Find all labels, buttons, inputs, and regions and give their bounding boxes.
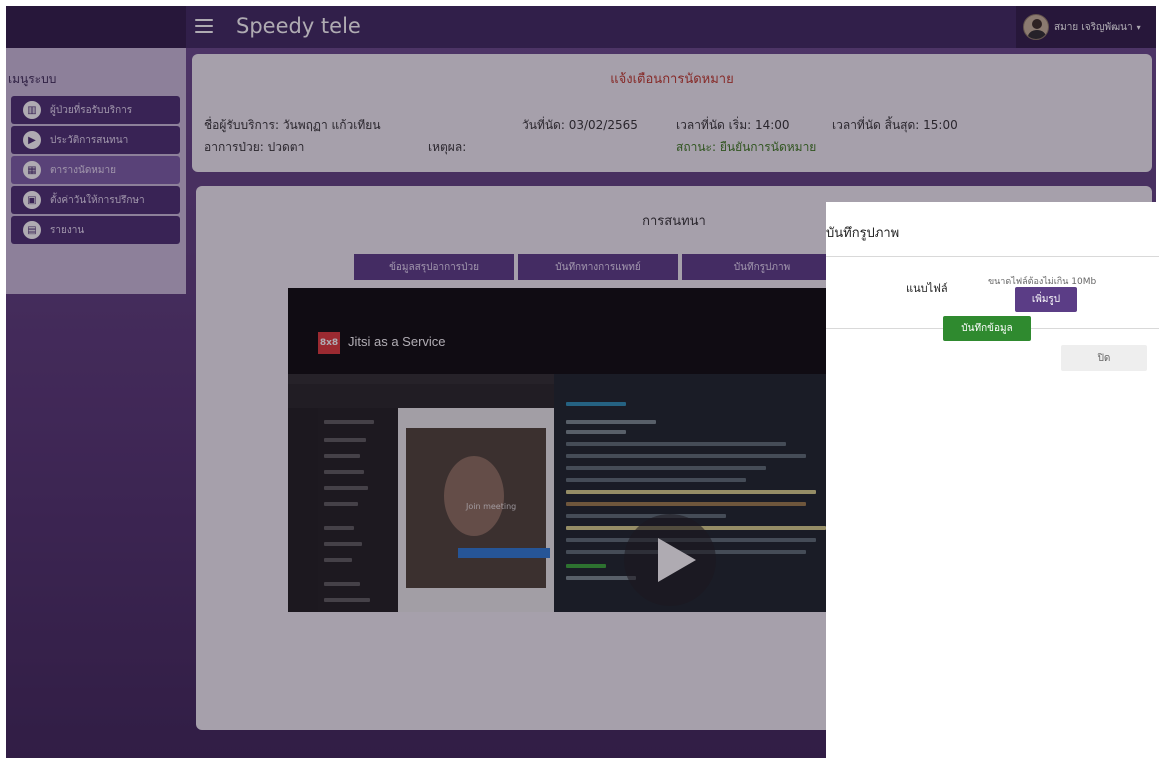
add-image-button[interactable]: เพิ่มรูป bbox=[1015, 287, 1077, 312]
file-label: แนบไฟล์ bbox=[906, 282, 948, 295]
modal-divider-top bbox=[826, 256, 1159, 257]
file-size-hint: ขนาดไฟล์ต้องไม่เกิน 10Mb bbox=[988, 277, 1097, 287]
save-button[interactable]: บันทึกข้อมูล bbox=[943, 316, 1031, 341]
close-button[interactable]: ปิด bbox=[1061, 345, 1147, 371]
image-upload-modal: บันทึกรูปภาพ แนบไฟล์ ขนาดไฟล์ต้องไม่เกิน… bbox=[826, 202, 1159, 760]
modal-title: บันทึกรูปภาพ bbox=[826, 226, 900, 241]
